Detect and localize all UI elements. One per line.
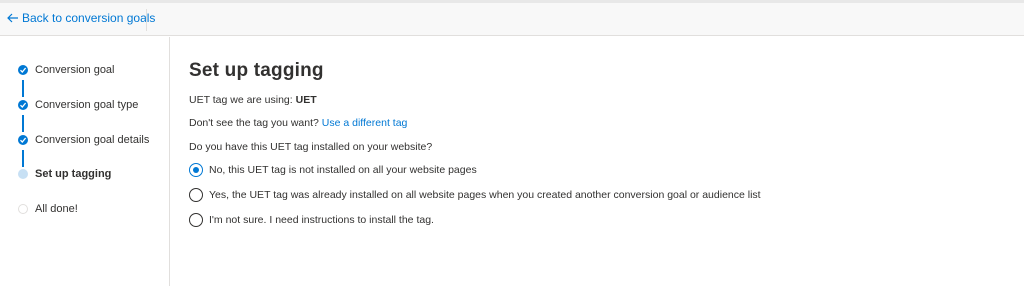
radio-label: I'm not sure. I need instructions to ins…: [209, 214, 434, 226]
step-all-done: All done!: [18, 203, 78, 215]
radio-label: Yes, the UET tag was already installed o…: [209, 189, 761, 201]
step-set-up-tagging[interactable]: Set up tagging: [18, 168, 111, 180]
step-conversion-goal-details[interactable]: Conversion goal details: [18, 134, 149, 146]
radio-option-not-installed[interactable]: No, this UET tag is not installed on all…: [189, 163, 477, 177]
step-label: Conversion goal type: [35, 99, 139, 111]
step-conversion-goal[interactable]: Conversion goal: [18, 64, 115, 76]
uet-tag-value: UET: [295, 94, 317, 106]
step-conversion-goal-type[interactable]: Conversion goal type: [18, 99, 138, 111]
step-connector: [22, 150, 24, 167]
back-link-label: Back to conversion goals: [22, 11, 156, 25]
uet-tag-info: UET tag we are using: UET: [189, 94, 317, 106]
checkmark-icon: [18, 65, 28, 75]
step-label: Conversion goal: [35, 64, 115, 76]
steps-sidebar: Conversion goal Conversion goal type Con…: [0, 37, 170, 286]
step-label: Conversion goal details: [35, 134, 150, 146]
step-label: Set up tagging: [35, 168, 112, 180]
arrow-left-icon: [7, 13, 19, 23]
page-title: Set up tagging: [189, 60, 324, 81]
radio-option-already-installed[interactable]: Yes, the UET tag was already installed o…: [189, 188, 761, 202]
dont-see-tag-text: Don't see the tag you want?: [189, 117, 319, 129]
install-question: Do you have this UET tag installed on yo…: [189, 141, 433, 153]
radio-button[interactable]: [189, 213, 203, 227]
current-step-dot-icon: [18, 169, 28, 179]
checkmark-icon: [18, 100, 28, 110]
back-to-conversion-goals-link[interactable]: Back to conversion goals: [7, 11, 155, 25]
page-title-container: Set up tagging: [189, 60, 324, 82]
radio-option-not-sure[interactable]: I'm not sure. I need instructions to ins…: [189, 213, 434, 227]
divider: [146, 9, 147, 31]
radio-button[interactable]: [189, 163, 203, 177]
uet-tag-prefix: UET tag we are using:: [189, 94, 293, 106]
checkmark-icon: [18, 135, 28, 145]
step-label: All done!: [35, 203, 78, 215]
step-connector: [22, 115, 24, 132]
radio-label: No, this UET tag is not installed on all…: [209, 164, 477, 176]
pending-step-dot-icon: [18, 204, 28, 214]
top-bar: Back to conversion goals: [0, 0, 1024, 36]
use-different-tag-link[interactable]: Use a different tag: [322, 117, 408, 129]
radio-button[interactable]: [189, 188, 203, 202]
different-tag-info: Don't see the tag you want? Use a differ…: [189, 117, 407, 129]
step-connector: [22, 80, 24, 97]
